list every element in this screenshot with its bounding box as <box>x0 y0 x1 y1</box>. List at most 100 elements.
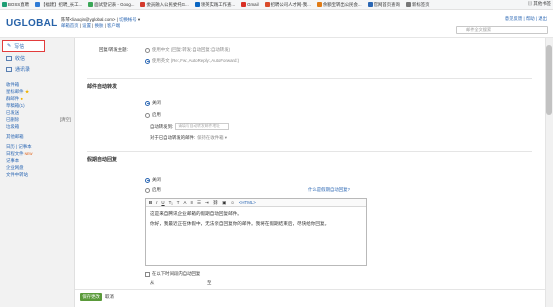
forward-after-row: 对于已自动转发的邮件: 保持在收件箱 ▾ <box>150 135 227 141</box>
bookmark-icon <box>405 2 411 7</box>
sidebar-item-transfer[interactable]: 文件中转站 <box>6 171 71 178</box>
new-badge: NEW <box>24 151 33 156</box>
radio-icon <box>145 177 150 183</box>
other-bookmarks[interactable]: ▤ 其他书签 <box>527 1 551 7</box>
font-size-button[interactable]: T₁ <box>169 200 173 205</box>
image-button[interactable]: ▣ <box>222 200 226 206</box>
font-color-button[interactable]: T <box>177 200 180 205</box>
indent-button[interactable]: ⇥ <box>205 200 209 206</box>
reply-off-option[interactable]: 关闭 <box>145 177 161 183</box>
inbox-label: 收信 <box>15 56 26 62</box>
bookmarks-bar: BOSS直聘 【福建】招聘_长工... 面试登记表 - Goog... 委员融入… <box>0 0 553 10</box>
bookmark-boss[interactable]: BOSS直聘 <box>2 2 29 8</box>
bold-button[interactable]: B <box>149 200 152 205</box>
list-button[interactable]: ☰ <box>197 200 201 206</box>
settings-link[interactable]: 设置 <box>82 23 91 28</box>
underline-button[interactable]: U <box>161 200 164 205</box>
bookmark-official[interactable]: 官网首页查询 <box>367 2 400 8</box>
logo[interactable]: UGLOBAL <box>6 18 58 29</box>
chevron-down-icon: ▾ <box>224 135 227 140</box>
editor-body[interactable]: 这是来自腾讯企业邮箱的假期自动回复邮件。 你好，我最近正在休假中，无法亲自回复你… <box>146 207 366 233</box>
settings-content: 回复/转发主题: 使用中文 (回复:转发:自动回复:自动转发) 使用英文 (Re… <box>75 38 545 289</box>
sidebar-item-notes[interactable]: 记事本 <box>6 157 71 164</box>
option-label: 使用英文 (Re:,Fw:,AutoReply:,AutoForward:) <box>152 58 240 63</box>
divider <box>87 151 532 152</box>
bookmark-label: 招聘公司人才网-我... <box>270 1 311 7</box>
compose-button[interactable]: ✎ 写信 <box>2 40 45 52</box>
sidebar-item-schedule[interactable]: 日程文件NEW <box>6 150 71 157</box>
empty-trash-link[interactable]: [清空] <box>60 117 71 123</box>
sidebar-item-starred[interactable]: 星标邮件 ★ <box>6 88 71 95</box>
forward-to-row: 自动转发到: 请填写自动转发邮件地址 <box>150 123 230 130</box>
bookmark-google-sheet[interactable]: 面试登记表 - Goog... <box>88 2 134 8</box>
bookmark-icon <box>34 2 40 7</box>
sidebar-item-inbox[interactable]: 收件箱 <box>6 81 71 88</box>
reply-editor: B I U T₁ T A ≡ ☰ ⇥ ⛓ ▣ ☺ <HTML> 这是来自腾讯企业… <box>145 198 367 266</box>
folder-label: 其他邮箱 <box>6 133 24 139</box>
scrollbar-thumb[interactable] <box>546 45 552 115</box>
italic-button[interactable]: I <box>156 200 157 205</box>
link-button[interactable]: ⛓ <box>213 200 219 206</box>
cancel-button[interactable]: 取消 <box>105 293 114 301</box>
inbox-button[interactable]: 收信 <box>6 55 25 62</box>
other-bookmarks-label: 其他书签 <box>533 1 551 6</box>
sidebar-item-sent[interactable]: 已发送 <box>6 109 71 116</box>
only-time-checkbox-row[interactable]: 在以下时间段内自动回复 <box>145 271 200 277</box>
align-button[interactable]: ≡ <box>190 200 193 205</box>
contacts-icon <box>6 67 12 72</box>
sidebar-item-group[interactable]: 群邮件 ● <box>6 95 71 102</box>
save-button[interactable]: 保存更改 <box>80 293 102 301</box>
sidebar-item-deleted[interactable]: 已删除 [清空] <box>6 116 71 123</box>
bookmark-gmail[interactable]: Gmail <box>241 2 259 7</box>
sidebar-item-drafts[interactable]: 草稿箱(1) <box>6 102 71 109</box>
logo-text: UGLOBAL <box>6 18 58 29</box>
inbox-icon <box>6 56 12 61</box>
header-right-links[interactable]: 意见反馈 | 帮助 | 退出 <box>505 16 547 22</box>
bookmark-icon <box>194 2 200 7</box>
gmail-icon <box>241 2 247 7</box>
what-is-vacation-reply-link[interactable]: 什么是假期自动回复? <box>308 187 350 193</box>
forward-on-option[interactable]: 启用 <box>145 112 161 118</box>
divider <box>87 78 532 79</box>
contacts-label: 通讯录 <box>15 67 31 73</box>
sidebar-item-spam[interactable]: 垃圾箱 <box>6 123 71 130</box>
bookmark-label: BOSS直聘 <box>8 1 29 7</box>
radio-icon <box>145 100 150 106</box>
folder-label: 群邮件 ● <box>6 95 24 101</box>
bookmark-talent[interactable]: 招聘公司人才网-我... <box>264 1 311 8</box>
bookmark-label: 委员融入公民委托G... <box>146 1 189 7</box>
reply-subject-label: 回复/转发主题: <box>99 47 128 52</box>
reply-section-title: 假期自动回复 <box>87 157 118 163</box>
forward-to-label: 自动转发到: <box>150 123 174 129</box>
forward-off-option[interactable]: 关闭 <box>145 100 161 106</box>
forward-after-select[interactable]: 保持在收件箱 ▾ <box>197 135 227 141</box>
reply-subject-cn-option[interactable]: 使用中文 (回复:转发:自动回复:自动转发) <box>145 47 230 53</box>
sidebar-item-calendar[interactable]: 日历 | 记事本 <box>6 143 71 150</box>
highlight-button[interactable]: A <box>183 200 186 205</box>
sidebar-item-netdisk[interactable]: 企业网盘 <box>6 164 71 171</box>
bookmark-zhaopin[interactable]: 【福建】招聘_长工... <box>34 2 82 8</box>
switch-account-link[interactable]: 切换帐号 <box>119 17 137 22</box>
client-link[interactable]: 客户端 <box>107 23 120 28</box>
contacts-button[interactable]: 通讯录 <box>6 66 30 73</box>
skin-link[interactable]: 换肤 <box>95 23 104 28</box>
compose-label: 写信 <box>14 43 25 50</box>
forward-to-input[interactable]: 请填写自动转发邮件地址 <box>175 123 230 130</box>
bookmark-icon <box>88 2 94 7</box>
forward-section-title: 邮件自动转发 <box>87 84 118 90</box>
bookmark-label: Gmail <box>247 2 259 7</box>
bookmark-citizen[interactable]: 委员融入公民委托G... <box>140 1 189 8</box>
sidebar-item-other-mail[interactable]: 其他邮箱 <box>6 133 71 140</box>
search-input[interactable]: 邮件全文搜索 <box>456 26 548 34</box>
emoji-button[interactable]: ☺ <box>230 200 234 205</box>
folder-list: 收件箱 星标邮件 ★ 群邮件 ● 草稿箱(1) 已发送 已删除 [清空] 垃圾箱 … <box>6 81 71 178</box>
bookmark-yuebao[interactable]: 余额宝转出公民会... <box>316 2 362 8</box>
html-toggle[interactable]: <HTML> <box>239 200 256 205</box>
settings-footer: 保存更改 取消 <box>75 289 545 307</box>
mail-header: UGLOBAL 陈琴<liaoqin@yglobal.com> | 切换帐号 ▾… <box>0 10 553 38</box>
bookmark-newtab[interactable]: 新标签页 <box>405 2 430 8</box>
mailbox-home-link[interactable]: 邮箱首页 <box>61 23 79 28</box>
reply-subject-en-option[interactable]: 使用英文 (Re:,Fw:,AutoReply:,AutoForward:) <box>145 58 239 64</box>
reply-on-option[interactable]: 启用 <box>145 187 161 193</box>
bookmark-linkedin[interactable]: 领英实践工作查... <box>194 2 235 8</box>
